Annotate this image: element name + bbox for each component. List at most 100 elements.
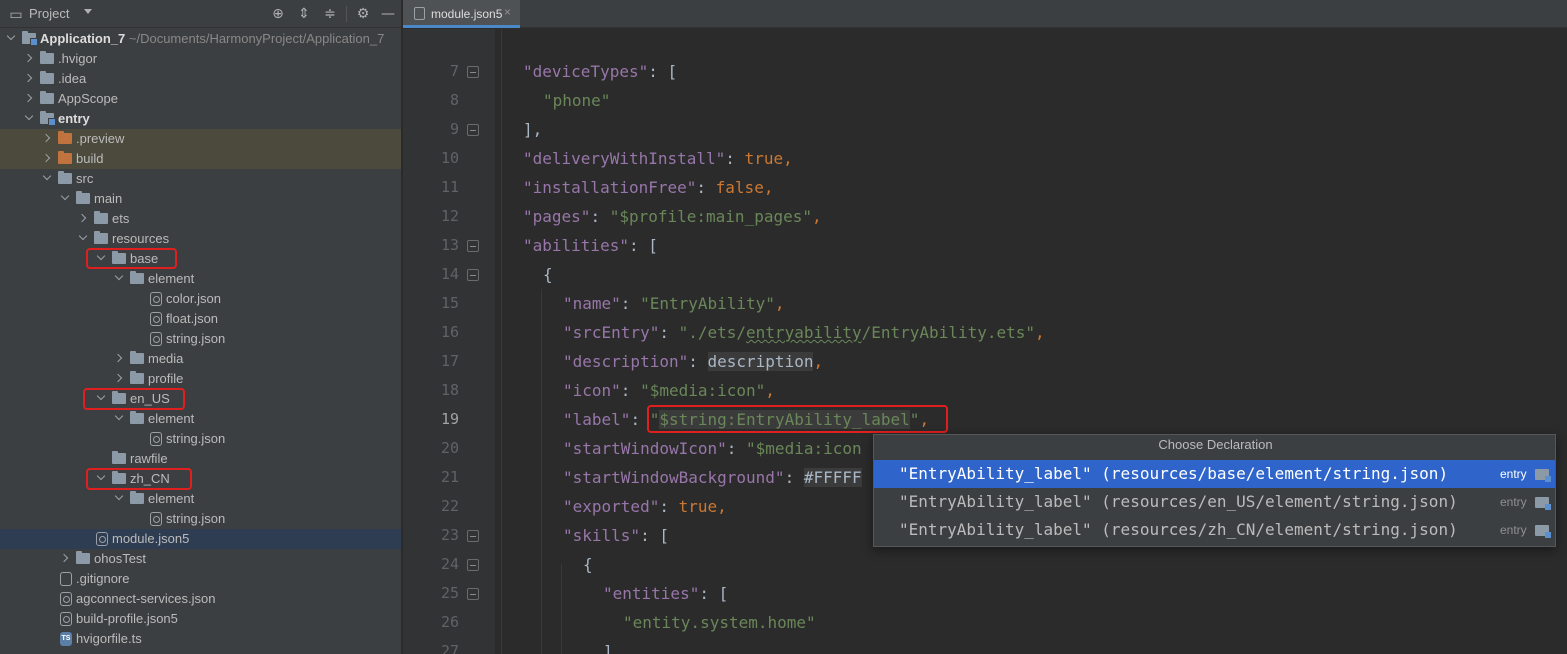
tree-item-agconnect-services-json[interactable]: agconnect-services.json (0, 589, 401, 609)
tree-item-label: .preview (76, 131, 125, 146)
tree-item-element[interactable]: element (0, 409, 401, 429)
declaration-text: "EntryAbility_label" (resources/en_US/el… (899, 492, 1458, 511)
chevron-right-icon[interactable] (24, 69, 34, 89)
tree-item-color-json[interactable]: color.json (0, 289, 401, 309)
tree-item-element[interactable]: element (0, 269, 401, 289)
tree-item-hvigorfile-ts[interactable]: TS hvigorfile.ts (0, 629, 401, 649)
code-line-20: "startWindowIcon": "$media:icon (563, 439, 862, 458)
line-number: 12 (440, 207, 459, 225)
collapse-all-icon[interactable]: ≑ (322, 6, 338, 22)
expand-all-icon[interactable]: ⇕ (296, 6, 312, 22)
project-panel-title[interactable]: Project (29, 6, 69, 21)
chevron-down-icon[interactable] (42, 169, 52, 189)
code-line-26: "entity.system.home" (623, 613, 816, 632)
line-number: 19 (440, 410, 459, 428)
tree-item-build[interactable]: build (0, 149, 401, 169)
code-line-7: "deviceTypes": [ (523, 62, 678, 81)
tree-item-label: module.json5 (112, 531, 190, 546)
tree-item-string-json[interactable]: string.json (0, 329, 401, 349)
chevron-down-icon[interactable] (6, 29, 16, 49)
chevron-down-icon[interactable] (78, 229, 88, 249)
line-number: 27 (440, 642, 459, 654)
tree-item-resources[interactable]: resources (0, 229, 401, 249)
tree-item-label: profile (148, 371, 184, 386)
excluded-folder-icon (58, 131, 72, 144)
fold-marker-icon[interactable] (467, 269, 479, 281)
fold-marker-icon[interactable] (467, 530, 479, 542)
tree-item-ets[interactable]: ets (0, 209, 401, 229)
fold-marker-icon[interactable] (467, 240, 479, 252)
highlight-box-zh-cn (86, 468, 192, 490)
code-line-8: "phone" (543, 91, 611, 110)
tree-item-application-7[interactable]: Application_7 ~/Documents/HarmonyProject… (0, 29, 401, 49)
tree-item-preview[interactable]: .preview (0, 129, 401, 149)
line-number: 23 (440, 526, 459, 544)
folder-icon (130, 491, 144, 504)
tree-item-label: .idea (58, 71, 87, 86)
line-number: 8 (449, 91, 459, 109)
chevron-right-icon[interactable] (114, 349, 124, 369)
chevron-right-icon[interactable] (114, 369, 124, 389)
tree-item-base[interactable]: base (0, 249, 401, 269)
chevron-right-icon[interactable] (60, 549, 70, 569)
chevron-down-icon[interactable] (24, 109, 34, 129)
declaration-item-zh-cn[interactable]: "EntryAbility_label" (resources/zh_CN/el… (874, 516, 1555, 544)
declaration-item-en-us[interactable]: "EntryAbility_label" (resources/en_US/el… (874, 488, 1555, 516)
choose-declaration-popup: Choose Declaration "EntryAbility_label" … (873, 434, 1556, 547)
tree-item-module-json5[interactable]: module.json5 (0, 529, 401, 549)
json-file-icon (150, 432, 162, 446)
tree-item-main[interactable]: main (0, 189, 401, 209)
tree-item-rawfile[interactable]: rawfile (0, 449, 401, 469)
chevron-down-icon[interactable] (114, 489, 124, 509)
tree-item-gitignore[interactable]: .gitignore (0, 569, 401, 589)
tree-item-float-json[interactable]: float.json (0, 309, 401, 329)
tree-item-appscope[interactable]: AppScope (0, 89, 401, 109)
tree-item-profile[interactable]: profile (0, 369, 401, 389)
chevron-down-icon[interactable] (60, 189, 70, 209)
tree-item-label: entry (58, 111, 90, 126)
tree-item-ohostest[interactable]: ohosTest (0, 549, 401, 569)
locate-icon[interactable]: ⊕ (270, 6, 286, 22)
fold-marker-icon[interactable] (467, 124, 479, 136)
chevron-down-icon[interactable] (114, 409, 124, 429)
tree-item-zh-cn[interactable]: zh_CN (0, 469, 401, 489)
tree-item-string-json[interactable]: string.json (0, 429, 401, 449)
fold-marker-icon[interactable] (467, 588, 479, 600)
view-dropdown-icon[interactable] (84, 9, 92, 14)
tree-item-src[interactable]: src (0, 169, 401, 189)
tab-label: module.json5 (431, 7, 503, 21)
tree-item-media[interactable]: media (0, 349, 401, 369)
json-file-icon (96, 532, 108, 546)
fold-marker-icon[interactable] (467, 559, 479, 571)
tab-module-json5[interactable]: module.json5 × (403, 0, 520, 28)
hide-panel-icon[interactable]: — (380, 6, 396, 22)
tree-item-en-us[interactable]: en_US (0, 389, 401, 409)
indent-guide (541, 289, 542, 654)
chevron-right-icon[interactable] (42, 149, 52, 169)
chevron-right-icon[interactable] (42, 129, 52, 149)
tree-item-label: src (76, 171, 94, 186)
folder-icon (130, 411, 144, 424)
chevron-right-icon[interactable] (24, 89, 34, 109)
tree-item-entry[interactable]: entry (0, 109, 401, 129)
module-folder-icon (22, 31, 38, 46)
chevron-right-icon[interactable] (24, 49, 34, 69)
gear-icon[interactable]: ⚙ (355, 6, 371, 22)
close-icon[interactable]: × (504, 5, 511, 19)
json-file-icon (60, 592, 72, 606)
tree-item-element[interactable]: element (0, 489, 401, 509)
json-file-icon (150, 332, 162, 346)
line-number: 18 (440, 381, 459, 399)
tree-item-idea[interactable]: .idea (0, 69, 401, 89)
line-number: 25 (440, 584, 459, 602)
line-gutter: 7 8 9 10 11 12 13 14 15 16 17 18 19 20 2… (403, 29, 495, 654)
declaration-item-base[interactable]: "EntryAbility_label" (resources/base/ele… (874, 460, 1555, 488)
tree-item-build-profile-json5[interactable]: build-profile.json5 (0, 609, 401, 629)
tree-item-hvigor[interactable]: .hvigor (0, 49, 401, 69)
chevron-right-icon[interactable] (78, 209, 88, 229)
fold-marker-icon[interactable] (467, 66, 479, 78)
code-editor[interactable]: 7 8 9 10 11 12 13 14 15 16 17 18 19 20 2… (403, 29, 1567, 654)
excluded-folder-icon (58, 151, 72, 164)
tree-item-string-json[interactable]: string.json (0, 509, 401, 529)
chevron-down-icon[interactable] (114, 269, 124, 289)
